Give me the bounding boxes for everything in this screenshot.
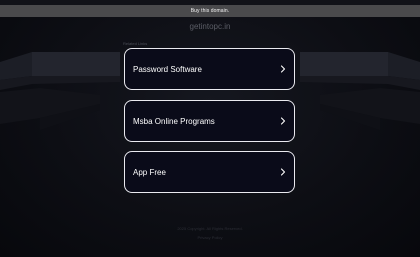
domain-name: getintopc.in — [189, 22, 231, 31]
link-label: Password Software — [133, 64, 202, 74]
link-password-software[interactable]: Password Software — [124, 48, 295, 90]
link-app-free[interactable]: App Free — [124, 151, 295, 193]
link-msba-online-programs[interactable]: Msba Online Programs — [124, 100, 295, 142]
related-links-heading: Related Links — [123, 41, 148, 46]
link-label: App Free — [133, 167, 166, 177]
link-label: Msba Online Programs — [133, 116, 215, 126]
buy-domain-banner[interactable]: Buy this domain. — [0, 5, 420, 17]
parked-domain-page: Buy this domain. getintopc.in Related Li… — [0, 0, 420, 257]
buy-domain-label: Buy this domain. — [190, 8, 230, 14]
chevron-right-icon — [280, 65, 286, 73]
chevron-right-icon — [280, 117, 286, 125]
copyright-text: 2025 Copyright. All Rights Reserved. — [177, 226, 243, 231]
footer: 2025 Copyright. All Rights Reserved. Pri… — [0, 224, 420, 242]
chevron-right-icon — [280, 168, 286, 176]
privacy-policy-link[interactable]: Privacy Policy — [0, 233, 420, 242]
